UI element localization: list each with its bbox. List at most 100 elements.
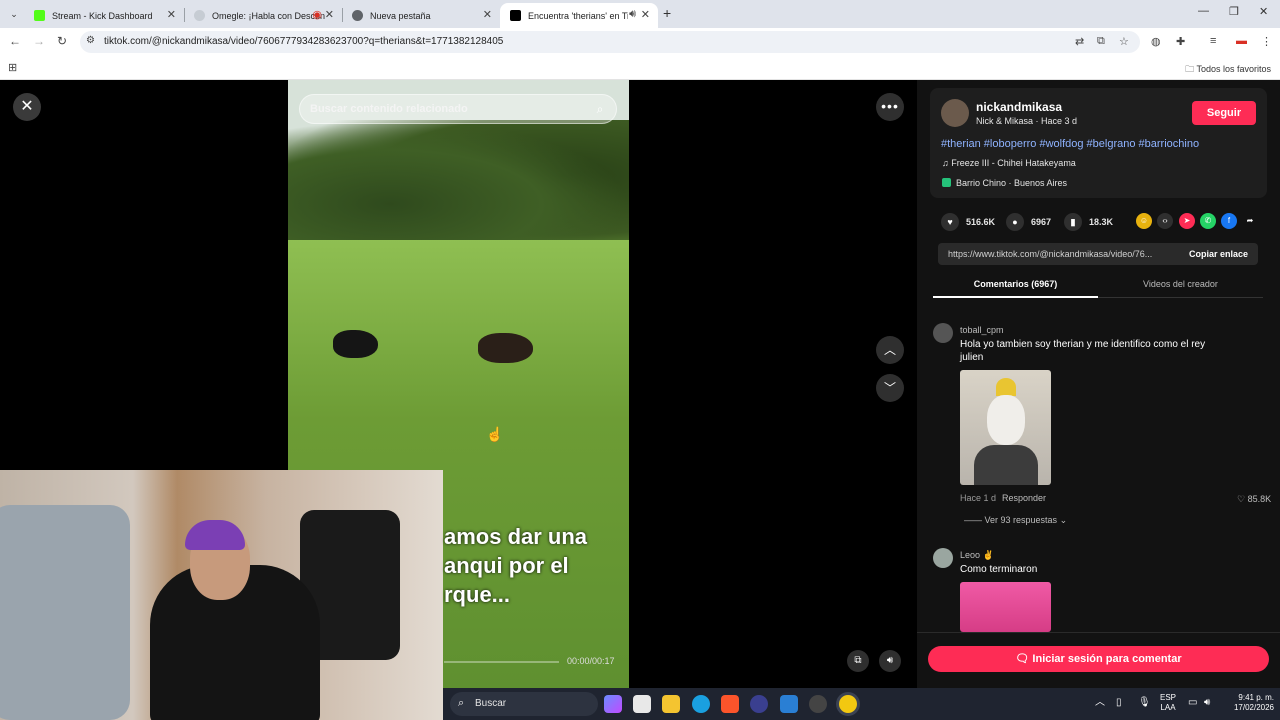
app-icon[interactable] [750,695,768,713]
comment-like[interactable]: ♡ 85.8K [1237,494,1271,505]
comment-image[interactable] [960,582,1051,632]
comment-username[interactable]: Leoo ✌ [960,550,994,561]
share-arrow-icon[interactable]: ➦ [1242,213,1258,229]
comment-time: Hace 1 d [960,493,997,503]
tab-kick[interactable]: Stream - Kick Dashboard ✕ [24,3,184,28]
clock-date: 17/02/2026 [1233,703,1274,712]
copy-link-button[interactable]: Copiar enlace [1189,249,1248,259]
bookmark-star-icon[interactable]: ☆ [1119,35,1129,48]
puzzle-icon[interactable]: ✚ [1176,35,1185,48]
tiktok-icon [510,10,521,21]
video-link[interactable]: https://www.tiktok.com/@nickandmikasa/vi… [948,249,1173,259]
brave-icon[interactable] [721,695,739,713]
media-icon[interactable]: ≡ [1210,35,1216,47]
comment-stat[interactable]: ● 6967 [1006,213,1051,231]
minimize-button[interactable]: — [1198,5,1209,17]
more-options-button[interactable]: ••• [876,93,904,121]
new-tab-button[interactable]: + [663,5,671,21]
obs-icon[interactable] [809,695,827,713]
like-stat[interactable]: ♥ 516.6K [941,213,995,231]
chrome-icon [352,10,363,21]
all-bookmarks[interactable]: 🗀︎ Todos los favoritos [1185,62,1271,78]
taskbar-search[interactable]: ⌕ Buscar [450,692,598,716]
commenter-avatar[interactable] [933,548,953,568]
friends-share-icon[interactable]: ☺ [1136,213,1152,229]
chrome-taskbar-icon[interactable] [839,695,857,713]
close-icon[interactable]: ✕ [325,8,334,21]
file-explorer-icon[interactable] [662,695,680,713]
login-to-comment-button[interactable]: 🗨︎ Iniciar sesión para comentar [928,646,1269,672]
site-info-icon[interactable]: ⚙ [86,35,95,46]
location-row[interactable]: Barrio Chino · Buenos Aires [942,178,1067,188]
previous-video-button[interactable]: ︿ [876,336,904,364]
follow-button[interactable]: Seguir [1192,101,1256,125]
mail-icon[interactable] [780,695,798,713]
reply-button[interactable]: Responder [1002,493,1046,503]
replies-label: Ver 93 respuestas [984,515,1058,525]
close-video-button[interactable]: ✕ [13,93,41,121]
screen: ⌄ Stream - Kick Dashboard ✕ Omegle: ¡Hab… [0,0,1280,720]
volume-icon[interactable]: 🔊︎ [1204,698,1210,708]
next-video-button[interactable]: ﹀ [876,374,904,402]
menu-icon[interactable]: ⋮ [1261,35,1272,48]
translate-icon[interactable]: ⇄ [1075,35,1084,48]
save-stat[interactable]: ▮ 18.3K [1064,213,1113,231]
extension-icon[interactable]: ◍ [1151,35,1161,48]
pip-button[interactable]: ⧉ [847,650,869,672]
related-search-bar[interactable]: Buscar contenido relacionado ⌕ [299,94,617,124]
body-shape [974,445,1038,485]
reload-button[interactable]: ↻ [57,34,67,48]
speaker-icon[interactable]: 🔊︎ [629,8,636,21]
view-replies-button[interactable]: —— Ver 93 respuestas ⌄ [964,515,1067,526]
url-text[interactable]: tiktok.com/@nickandmikasa/video/76067779… [104,36,503,47]
close-icon[interactable]: ✕ [167,8,176,21]
store-icon[interactable] [633,695,651,713]
apps-icon[interactable]: ⊞ [8,61,17,74]
comment-username[interactable]: toball_cpm [960,325,1004,335]
network-icon[interactable]: ▭ [1188,698,1197,708]
back-button[interactable]: ← [9,34,21,48]
profile-icon[interactable]: ▬ [1236,35,1247,47]
comment-icon: ● [1006,213,1024,231]
tab-comments[interactable]: Comentarios (6967) [933,279,1098,289]
forward-button[interactable]: → [33,34,45,48]
tab-title: Stream - Kick Dashboard [52,10,153,21]
microphone-icon[interactable]: 🎙︎ [1138,698,1151,708]
facebook-icon[interactable]: f [1221,213,1237,229]
tab-title: Nueva pestaña [370,10,431,21]
video-caption: amos dar una anqui por el rque... [444,522,587,609]
video-progress-bar[interactable] [444,661,559,663]
tab-omegle[interactable]: Omegle: ¡Habla con Descon ◉ ✕ [184,3,342,28]
commenter-avatar[interactable] [933,323,953,343]
language-indicator[interactable]: ESP LAA [1160,693,1176,713]
tab-new[interactable]: Nueva pestaña ✕ [342,3,500,28]
person-figure [478,333,533,363]
copilot-icon[interactable] [604,695,622,713]
window-close-button[interactable]: ✕ [1259,5,1268,18]
restore-button[interactable]: ❐ [1229,5,1239,18]
creator-username[interactable]: nickandmikasa [976,100,1062,114]
close-icon[interactable]: ✕ [641,8,650,21]
login-label: Iniciar sesión para comentar [1032,653,1182,665]
tab-tiktok[interactable]: Encuentra 'therians' en TikT 🔊︎ ✕ [500,3,658,28]
tab-search-button[interactable]: ⌄ [6,6,22,22]
volume-button[interactable]: 🔊︎ [879,650,901,672]
edge-icon[interactable] [692,695,710,713]
comment-image[interactable] [960,370,1051,485]
active-tab-indicator [933,296,1098,298]
clock[interactable]: 9:41 p. m. 17/02/2026 [1224,693,1274,713]
creator-avatar[interactable] [941,99,969,127]
tray-chevron-icon[interactable]: ︿ [1095,698,1105,708]
close-icon[interactable]: ✕ [483,8,492,21]
usb-icon[interactable]: ▯ [1116,698,1122,708]
search-icon[interactable]: ⌕ [589,98,611,120]
install-app-icon[interactable]: ⧉ [1097,35,1105,48]
tab-title: Encuentra 'therians' en TikT [528,10,628,21]
tab-creator-videos[interactable]: Videos del creador [1098,279,1263,289]
music-row[interactable]: ♫ Freeze III - Chihei Hatakeyama [942,158,1076,168]
hashtags[interactable]: #therian #loboperro #wolfdog #belgrano #… [941,138,1199,150]
whatsapp-icon[interactable]: ✆ [1200,213,1216,229]
address-bar[interactable]: ⚙ tiktok.com/@nickandmikasa/video/760677… [80,31,1140,53]
embed-icon[interactable]: ‹› [1157,213,1173,229]
send-icon[interactable]: ➤ [1179,213,1195,229]
